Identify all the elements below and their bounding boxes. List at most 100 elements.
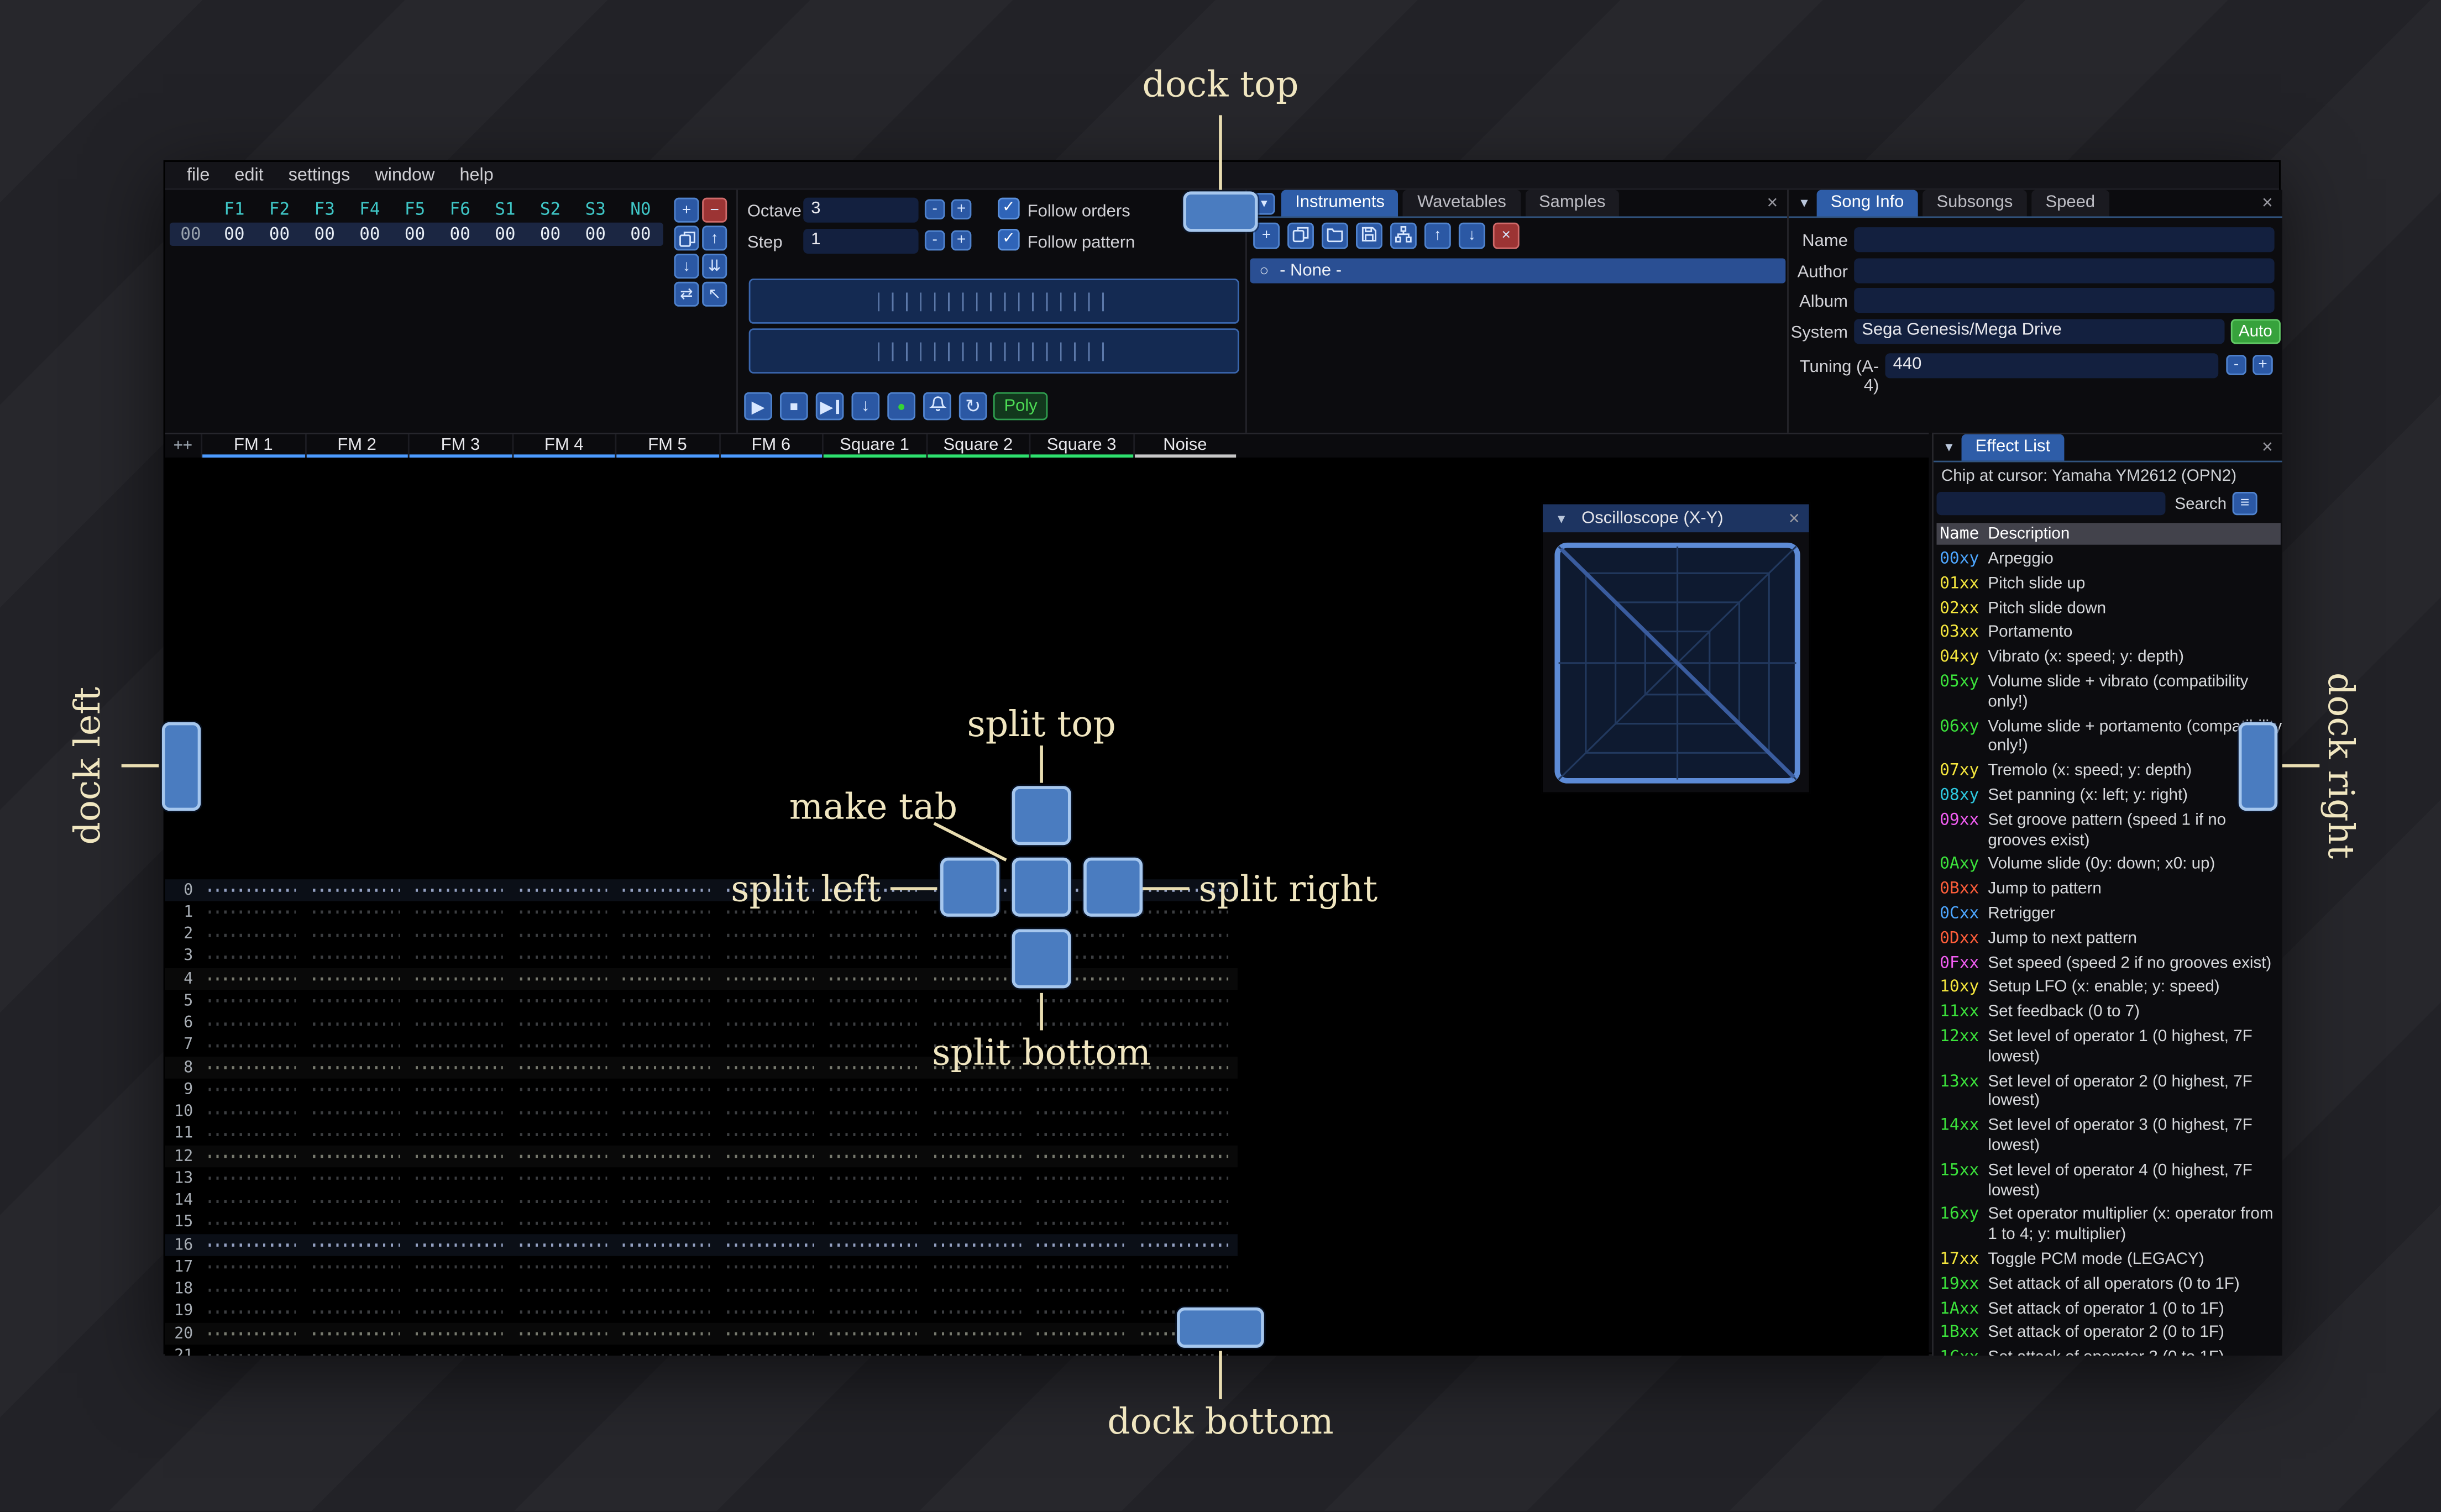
pattern-cell[interactable] — [201, 946, 305, 968]
pattern-cell[interactable] — [511, 1057, 615, 1079]
split-target-top[interactable] — [1012, 786, 1071, 846]
channel-header[interactable]: FM 4 — [511, 434, 615, 458]
pattern-cell[interactable] — [718, 1212, 823, 1235]
pattern-cell[interactable] — [407, 968, 512, 990]
pattern-cell[interactable] — [407, 1322, 512, 1345]
album-input[interactable] — [1854, 288, 2275, 313]
menu-item-file[interactable]: file — [174, 166, 222, 185]
pattern-cell[interactable] — [201, 1190, 305, 1212]
pattern-cell[interactable] — [201, 990, 305, 1013]
pattern-cell[interactable] — [822, 1035, 926, 1057]
order-value[interactable]: 00 — [347, 224, 392, 245]
pattern-cell[interactable] — [615, 946, 719, 968]
pattern-cell[interactable] — [925, 1012, 1029, 1035]
pattern-cell[interactable] — [304, 1300, 408, 1323]
pattern-cell[interactable] — [201, 901, 305, 924]
instrument-list-item[interactable]: ○ - None - — [1250, 258, 1786, 284]
pattern-cell[interactable] — [304, 923, 408, 946]
tab-song-info[interactable]: Song Info — [1816, 190, 1918, 217]
pattern-cell[interactable] — [615, 1145, 719, 1168]
pattern-cell[interactable] — [407, 1145, 512, 1168]
pattern-cell[interactable] — [304, 1234, 408, 1257]
pattern-cell[interactable] — [511, 968, 615, 990]
pattern-cell[interactable] — [615, 1079, 719, 1101]
effect-list-item[interactable]: 1CxxSet attack of operator 3 (0 to 1F) — [1936, 1346, 2282, 1356]
pattern-cell[interactable] — [407, 1300, 512, 1323]
pattern-cell[interactable] — [1132, 1123, 1237, 1146]
dock-target-top[interactable] — [1183, 191, 1258, 232]
effect-list-item[interactable]: 08xy Set panning (x: left; y: right) — [1936, 784, 2282, 809]
pattern-cell[interactable] — [615, 879, 719, 902]
pattern-cell[interactable] — [822, 1012, 926, 1035]
effect-list-item[interactable]: 10xy Setup LFO (x: enable; y: speed) — [1936, 977, 2282, 1001]
pattern-cell[interactable] — [822, 1167, 926, 1190]
piano-upper-octave[interactable] — [748, 279, 1239, 324]
oscilloscope-title-bar[interactable]: ▼ Oscilloscope (X-Y) × — [1542, 504, 1809, 533]
close-icon[interactable]: × — [2262, 190, 2273, 217]
pattern-cell[interactable] — [201, 1345, 305, 1356]
effect-list-item[interactable]: 03xx Portamento — [1936, 622, 2282, 646]
pattern-cell[interactable] — [304, 1145, 408, 1168]
pattern-cell[interactable] — [407, 990, 512, 1013]
octave-decrement-button[interactable]: - — [924, 199, 945, 220]
pattern-cell[interactable] — [304, 946, 408, 968]
collapse-icon[interactable]: ▼ — [1798, 190, 1810, 217]
tab-samples[interactable]: Samples — [1525, 190, 1620, 217]
pattern-cell[interactable] — [1029, 1079, 1133, 1101]
metronome-button[interactable] — [923, 392, 951, 421]
pattern-cell[interactable] — [822, 1256, 926, 1279]
piano-input-pad[interactable] — [748, 279, 1239, 375]
pattern-cell[interactable] — [615, 1123, 719, 1146]
orders-change-mode-button[interactable]: ⇄ — [674, 281, 699, 307]
pattern-cell[interactable] — [718, 1256, 823, 1279]
pattern-cell[interactable] — [822, 968, 926, 990]
pattern-cell[interactable] — [304, 1212, 408, 1235]
pattern-cell[interactable] — [407, 1012, 512, 1035]
pattern-cell[interactable] — [201, 1256, 305, 1279]
pattern-cell[interactable] — [407, 1101, 512, 1124]
pattern-cell[interactable] — [718, 946, 823, 968]
pattern-cell[interactable] — [615, 923, 719, 946]
pattern-cell[interactable] — [407, 901, 512, 924]
effect-list-item[interactable]: 0Bxx Jump to pattern — [1936, 878, 2282, 902]
effect-list-item[interactable]: 05xy Volume slide + vibrato (compatibilit… — [1936, 671, 2282, 716]
pattern-cell[interactable] — [304, 1035, 408, 1057]
pattern-cell[interactable] — [718, 1101, 823, 1124]
tuning-decrement-button[interactable]: - — [2226, 355, 2246, 375]
pattern-cell[interactable] — [615, 1278, 719, 1301]
pattern-cell[interactable] — [925, 1345, 1029, 1356]
channel-header[interactable]: FM 6 — [718, 434, 823, 458]
orders-add-button[interactable]: + — [674, 197, 699, 223]
pattern-cell[interactable] — [511, 901, 615, 924]
expand-channels-button[interactable]: ++ — [165, 434, 201, 458]
pattern-cell[interactable] — [407, 1123, 512, 1146]
pattern-cell[interactable] — [615, 1101, 719, 1124]
pattern-cell[interactable] — [925, 1256, 1029, 1279]
pattern-cell[interactable] — [1029, 1212, 1133, 1235]
pattern-cell[interactable] — [201, 1167, 305, 1190]
pattern-cell[interactable] — [925, 1300, 1029, 1323]
play-row-button[interactable]: ▶ — [815, 392, 844, 421]
pattern-cell[interactable] — [615, 1256, 719, 1279]
effect-list-item[interactable]: 0Cxx Retrigger — [1936, 902, 2282, 927]
effect-list-item[interactable]: 0Axy Volume slide (0y: down; x0: up) — [1936, 853, 2282, 878]
pattern-cell[interactable] — [718, 1057, 823, 1079]
pattern-cell[interactable] — [1132, 1190, 1237, 1212]
edit-toggle-button[interactable]: ● — [887, 392, 915, 421]
effect-list-item[interactable]: 09xx Set groove pattern (speed 1 if no gr… — [1936, 809, 2282, 854]
pattern-cell[interactable] — [304, 1322, 408, 1345]
effect-list-item[interactable]: 06xy Volume slide + portamento (compatibi… — [1936, 715, 2282, 760]
step-row-button[interactable]: ↓ — [851, 392, 880, 421]
pattern-cell[interactable] — [1132, 1278, 1237, 1301]
channel-header[interactable]: Square 3 — [1029, 434, 1133, 458]
orders-selected-row[interactable]: 00 00 00 00 00 00 00 00 00 00 00 — [169, 222, 663, 246]
pattern-cell[interactable] — [201, 879, 305, 902]
pattern-cell[interactable] — [1132, 1212, 1237, 1235]
pattern-cell[interactable] — [822, 990, 926, 1013]
pattern-cell[interactable] — [1132, 1145, 1237, 1168]
pattern-cell[interactable] — [407, 1234, 512, 1257]
pattern-cell[interactable] — [1132, 1167, 1237, 1190]
close-icon[interactable]: × — [1789, 505, 1800, 532]
pattern-cell[interactable] — [304, 879, 408, 902]
pattern-cell[interactable] — [925, 1167, 1029, 1190]
